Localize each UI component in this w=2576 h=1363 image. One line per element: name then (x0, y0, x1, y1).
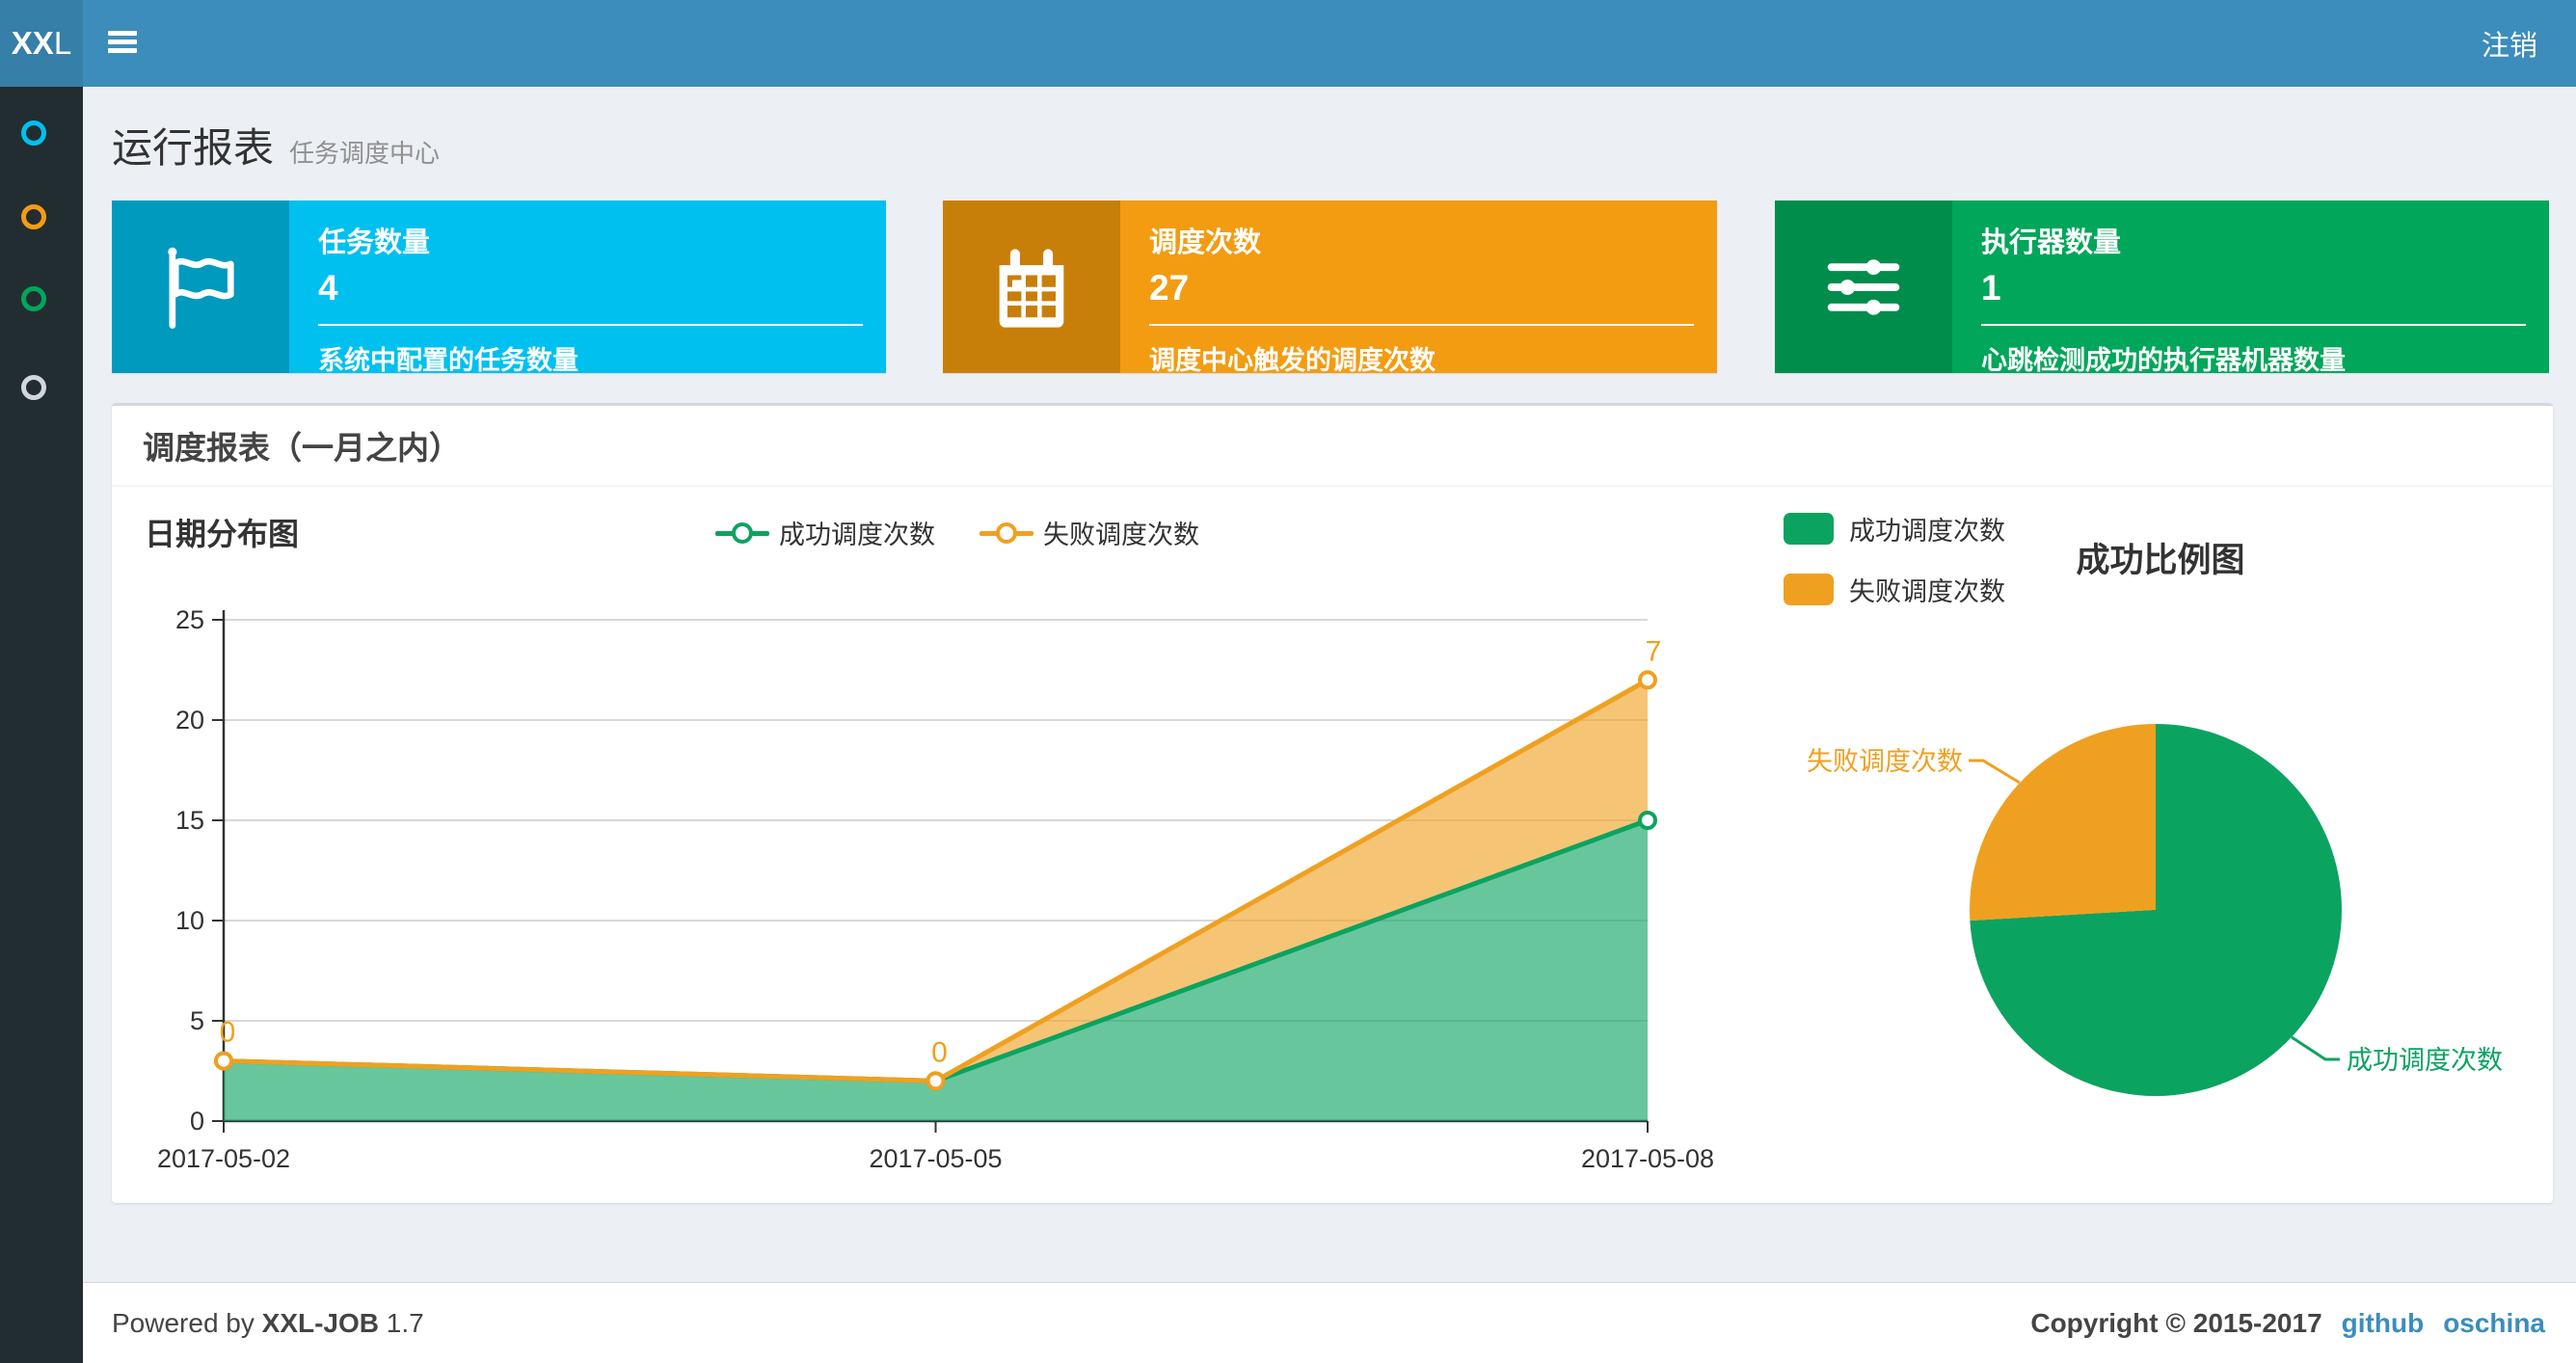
svg-text:0: 0 (931, 1036, 948, 1068)
app-root: XX L 注销 运行报表 任务调度中心 任务数量 4 系统中配置的任务数量 调度… (0, 0, 2576, 1363)
copyright-text: Copyright © 2015-2017 (2030, 1308, 2322, 1338)
line-circle-marker-icon (715, 521, 769, 544)
page-subtitle: 任务调度中心 (289, 139, 441, 168)
sidebar-item-2 circle-icon[interactable] (21, 204, 46, 229)
brand: XXL-JOB (261, 1308, 380, 1338)
svg-text:2017-05-02: 2017-05-02 (157, 1144, 290, 1173)
svg-text:失败调度次数: 失败调度次数 (1807, 747, 1963, 776)
panel-title: 调度报表（一月之内） (143, 430, 461, 466)
info-box-description: 调度中心触发的调度次数 (1149, 346, 1436, 373)
svg-text:20: 20 (175, 706, 204, 735)
line-chart-title: 日期分布图 (145, 517, 300, 551)
logout-link[interactable]: 注销 (2482, 0, 2537, 87)
page-title-text: 运行报表 (112, 125, 275, 171)
info-box-label: 执行器数量 (1981, 227, 2122, 258)
line-chart-legend: 成功调度次数 失败调度次数 (715, 514, 1199, 551)
date-distribution-chart: 05101520252017-05-02 2017-05-05 2017-05-08… (157, 605, 1714, 1173)
svg-text:0: 0 (220, 1017, 236, 1049)
sidebar-item-4 circle-icon[interactable] (21, 375, 46, 400)
legend-swatch-icon (1784, 513, 1834, 545)
top-navbar: XX L 注销 (0, 0, 2576, 87)
divider (1981, 324, 2526, 326)
info-box-jobs: 任务数量 4 系统中配置的任务数量 (112, 200, 886, 373)
content-area: 运行报表 任务调度中心 任务数量 4 系统中配置的任务数量 调度次数 27 调度… (83, 87, 2576, 1282)
info-box-value: 4 (318, 268, 338, 307)
version: 1.7 (386, 1308, 424, 1338)
hamburger-menu-icon[interactable] (108, 31, 141, 56)
info-box-label: 调度次数 (1149, 227, 1262, 258)
svg-text:0: 0 (190, 1107, 204, 1136)
info-box-triggers: 调度次数 27 调度中心触发的调度次数 (943, 200, 1717, 373)
page-title: 运行报表 任务调度中心 (112, 116, 440, 174)
panel-body: 日期分布图 成功调度次数 失败调度次数 0 5 10 15 20 25 2017-05-02… (112, 487, 2553, 1201)
sidebar-item-1 circle-icon[interactable] (21, 120, 46, 146)
pie-labels-overlay: 失败调度次数成功调度次数 (1807, 747, 2503, 1075)
calendar-icon (943, 200, 1120, 373)
powered-by: Powered by XXL-JOB 1.7 (112, 1283, 424, 1363)
legend-label: 成功调度次数 (779, 521, 935, 549)
copyright: Copyright © 2015-2017 github oschina (2030, 1283, 2545, 1363)
sidebar (0, 87, 83, 1363)
pie-chart-title: 成功比例图 (2076, 542, 2245, 579)
flag-icon (112, 200, 289, 373)
svg-text:15: 15 (175, 806, 204, 835)
svg-text:7: 7 (1646, 635, 1662, 667)
svg-text:2017-05-05: 2017-05-05 (869, 1144, 1002, 1173)
info-box-value: 27 (1149, 268, 1190, 307)
powered-prefix: Powered by (112, 1308, 255, 1338)
footer: Powered by XXL-JOB 1.7 Copyright © 2015-… (83, 1282, 2576, 1363)
report-panel: 调度报表（一月之内） 日期分布图 成功调度次数 失败调度次数 0 5 10 15 20 2… (112, 403, 2553, 1203)
sliders-icon (1775, 200, 1952, 373)
svg-text:成功调度次数: 成功调度次数 (2347, 1046, 2503, 1075)
github-link[interactable]: github (2342, 1308, 2425, 1339)
legend-label: 失败调度次数 (1043, 521, 1199, 549)
logo-light: L (53, 25, 72, 61)
logo[interactable]: XX L (0, 0, 83, 87)
divider (318, 324, 863, 326)
info-box-description: 系统中配置的任务数量 (318, 346, 578, 373)
info-box-executors: 执行器数量 1 心跳检测成功的执行器机器数量 (1775, 200, 2549, 373)
info-box-label: 任务数量 (318, 227, 431, 258)
logo-bold: XX (11, 25, 54, 61)
legend-item-success[interactable]: 成功调度次数 (715, 514, 935, 551)
sidebar-item-3 circle-icon[interactable] (21, 286, 46, 311)
info-box-value: 1 (1981, 268, 2001, 307)
svg-text:10: 10 (175, 906, 204, 935)
svg-text:2017-05-08: 2017-05-08 (1581, 1144, 1714, 1173)
legend-item-fail[interactable]: 失败调度次数 (979, 514, 1199, 551)
oschina-link[interactable]: oschina (2443, 1308, 2545, 1339)
panel-header: 调度报表（一月之内） (112, 406, 2553, 487)
svg-text:25: 25 (175, 605, 204, 634)
info-box-description: 心跳检测成功的执行器机器数量 (1981, 346, 2346, 373)
line-circle-marker-icon (979, 521, 1033, 544)
divider (1149, 324, 1694, 326)
svg-text:5: 5 (190, 1006, 204, 1035)
legend-swatch-icon (1784, 574, 1834, 605)
